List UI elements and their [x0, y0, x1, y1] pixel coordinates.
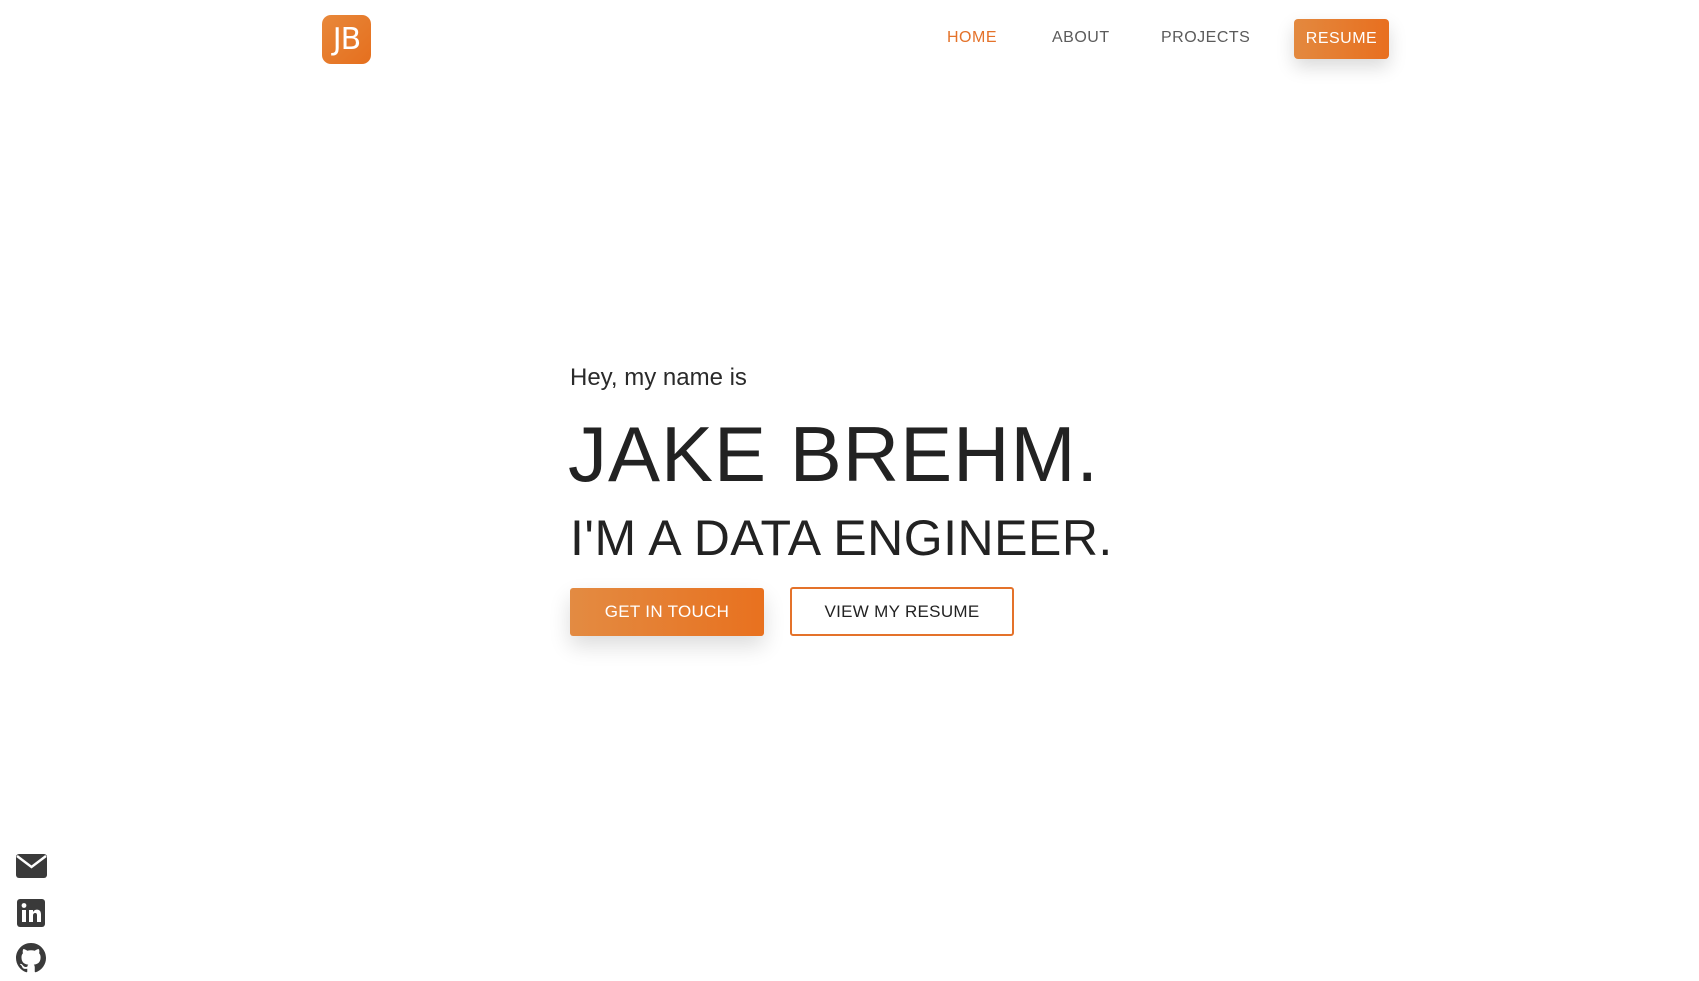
github-icon [16, 943, 46, 973]
nav-about-link[interactable]: ABOUT [1052, 29, 1110, 47]
logo[interactable]: JB [322, 15, 371, 64]
logo-text: JB [332, 21, 361, 57]
email-link[interactable] [15, 850, 47, 882]
hero-greeting: Hey, my name is [570, 364, 747, 391]
hero-name: JAKE BREHM. [568, 410, 1100, 498]
envelope-icon [15, 854, 47, 878]
linkedin-link[interactable] [15, 897, 47, 929]
nav-projects-link[interactable]: PROJECTS [1161, 29, 1250, 47]
linkedin-icon [17, 899, 45, 927]
hero-role: I'M A DATA ENGINEER. [570, 510, 1113, 566]
nav-resume-button[interactable]: RESUME [1294, 19, 1389, 59]
top-nav: JB HOME ABOUT PROJECTS RESUME [0, 0, 1699, 80]
view-resume-button[interactable]: VIEW MY RESUME [790, 587, 1014, 636]
nav-home-link[interactable]: HOME [947, 29, 997, 47]
page: JB HOME ABOUT PROJECTS RESUME Hey, my na… [0, 0, 1699, 981]
get-in-touch-button[interactable]: GET IN TOUCH [570, 588, 764, 636]
github-link[interactable] [15, 942, 47, 974]
